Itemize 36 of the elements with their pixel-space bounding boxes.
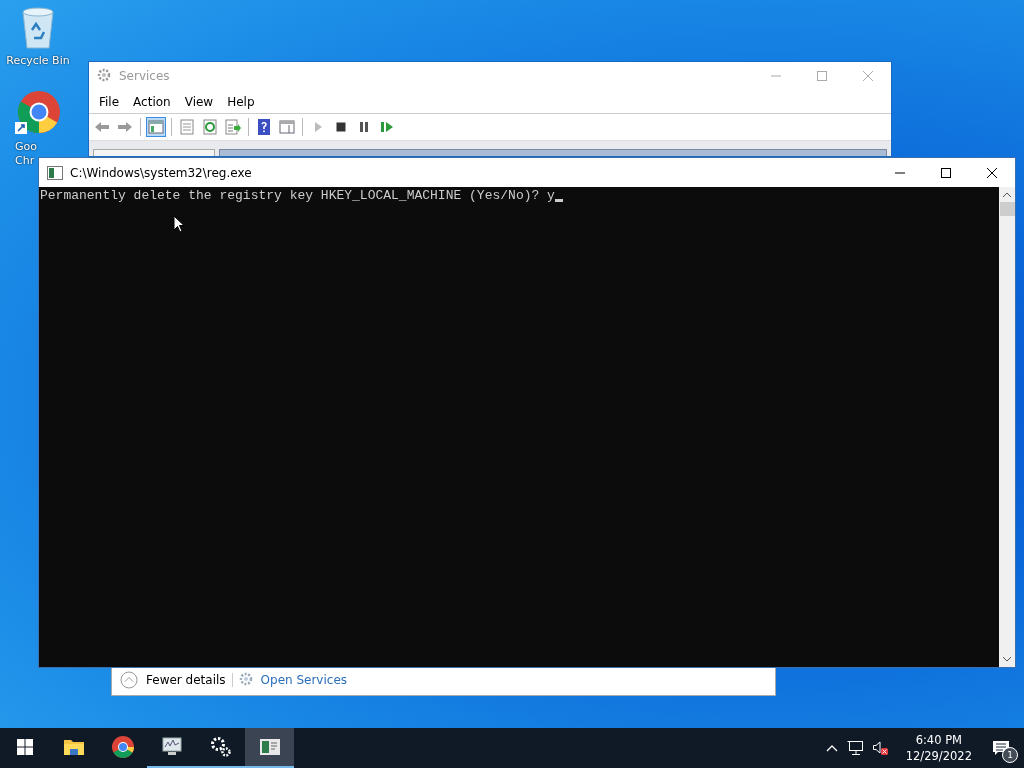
console-taskbar-icon[interactable] (245, 728, 294, 768)
text-cursor (554, 199, 563, 202)
chevron-up-circle-icon (120, 670, 138, 689)
window-title: Services (119, 69, 170, 83)
fewer-details-button[interactable]: Fewer details (120, 670, 226, 689)
mouse-pointer-icon (173, 215, 185, 233)
chevron-up-icon[interactable] (825, 744, 838, 752)
clock[interactable]: 6:40 PM 12/29/2022 (905, 732, 972, 764)
desktop-icon-label: Recycle Bin (6, 54, 70, 68)
gears-icon (97, 68, 113, 84)
scroll-up-icon[interactable] (1002, 191, 1012, 199)
menu-item[interactable]: Action (127, 92, 177, 111)
windows-logo-icon (16, 739, 33, 755)
scrollbar-thumb[interactable] (999, 202, 1015, 216)
network-icon[interactable] (845, 740, 864, 756)
gears-icon (238, 671, 255, 688)
maximize-icon (817, 71, 827, 81)
menu-item[interactable]: Help (221, 92, 261, 111)
console-output-line: Permanently delete the registry key HKEY_LOCAL_MACHINE (Yes/No)? y (40, 188, 555, 204)
refresh-icon[interactable] (200, 117, 220, 137)
console-icon (47, 165, 63, 180)
scrollbar[interactable] (999, 187, 1015, 667)
muted-speaker-icon[interactable] (871, 740, 890, 756)
open-services-link[interactable]: Open Services (260, 672, 348, 687)
menu-item[interactable]: File (93, 92, 126, 111)
menu-item[interactable]: View (178, 92, 220, 111)
window-title: C:\Windows\system32\reg.exe (70, 165, 252, 180)
scroll-down-icon[interactable] (1002, 655, 1012, 663)
desktop-icon-label: Goo Chr (15, 140, 37, 168)
tree-pane-tab[interactable] (93, 149, 215, 156)
export-icon[interactable] (223, 117, 243, 137)
maximize-icon (941, 167, 951, 178)
close-icon (863, 71, 873, 81)
console-tree-icon[interactable] (146, 117, 166, 137)
close-icon (987, 167, 997, 178)
browser-shortcut-icon[interactable] (15, 90, 61, 136)
